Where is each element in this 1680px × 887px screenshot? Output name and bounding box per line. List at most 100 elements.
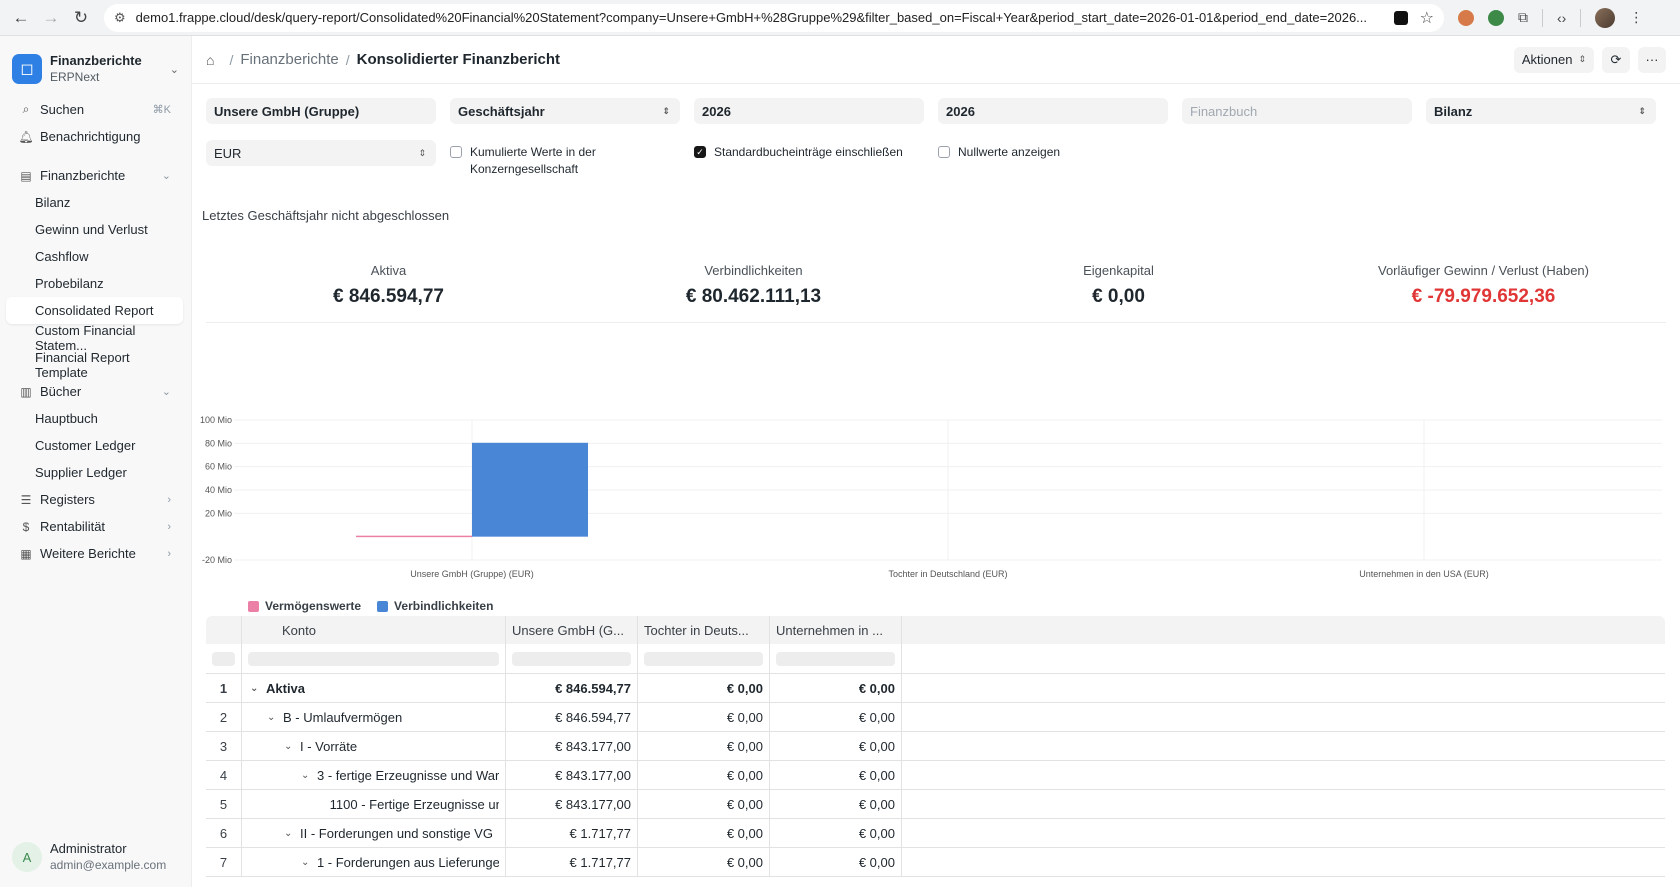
table-row[interactable]: 2 ⌄ B - Umlaufvermögen € 846.594,77 € 0,00 € …	[206, 703, 1665, 732]
currency-select[interactable]: EUR ⇕	[206, 140, 436, 166]
chevron-right-icon: ›	[167, 520, 171, 533]
account-name[interactable]: 1100 - Fertige Erzeugnisse unc	[330, 797, 499, 812]
breadcrumb-finanzberichte[interactable]: Finanzberichte	[240, 51, 338, 68]
amount-value: € 846.594,77	[555, 680, 631, 696]
summary-label: Eigenkapital	[1083, 263, 1154, 278]
forward-arrow-icon[interactable]: →	[38, 5, 64, 31]
sidebar-item-supplier-ledger[interactable]: Supplier Ledger	[6, 459, 183, 486]
sidebar-item-custom-financial-statement[interactable]: Custom Financial Statem...	[6, 323, 183, 353]
amount-value: € 0,00	[858, 825, 895, 841]
filter-input[interactable]	[644, 651, 763, 666]
table-row[interactable]: 3 ⌄ I - Vorräte € 843.177,00 € 0,00 € 0,00	[206, 732, 1665, 761]
legend-item-vermoegenswerte[interactable]: Vermögenswerte	[248, 599, 361, 613]
chevron-down-icon[interactable]: ⌄	[284, 741, 294, 752]
amount-value: € 0,00	[726, 796, 763, 812]
accumulated-values-checkbox[interactable]: Kumulierte Werte in der Konzerngesellsch…	[450, 140, 680, 178]
column-header-unsere-gmbh[interactable]: Unsere GmbH (G...	[506, 616, 638, 644]
more-vertical-icon[interactable]: ⋮	[1629, 9, 1643, 26]
amount-value: € 0,00	[726, 854, 763, 870]
amount-cell: € 0,00	[638, 848, 770, 876]
sidebar-item-label: Registers	[40, 492, 95, 507]
report-select[interactable]: Bilanz ⇕	[1426, 98, 1656, 124]
sidebar-item-registers[interactable]: ☰ Registers ›	[6, 486, 183, 513]
table-row[interactable]: 1 ⌄ Aktiva € 846.594,77 € 0,00 € 0,00	[206, 674, 1665, 703]
sidebar-item-probebilanz[interactable]: Probebilanz	[6, 270, 183, 297]
filter-input[interactable]	[212, 651, 235, 666]
legend-item-verbindlichkeiten[interactable]: Verbindlichkeiten	[377, 599, 493, 613]
amount-cell: € 843.177,00	[506, 761, 638, 789]
devtools-code-icon[interactable]: ‹›	[1557, 10, 1566, 26]
row-number: 2	[219, 709, 228, 725]
chevron-down-icon[interactable]: ⌄	[267, 712, 277, 723]
sidebar-item-weitere-berichte[interactable]: ▦ Weitere Berichte ›	[6, 540, 183, 567]
url-text[interactable]: demo1.frappe.cloud/desk/query-report/Con…	[136, 10, 1386, 25]
more-button[interactable]: ···	[1638, 46, 1666, 73]
reload-icon[interactable]: ↻	[68, 5, 94, 31]
column-header-konto[interactable]: Konto	[242, 616, 506, 644]
account-name[interactable]: Aktiva	[266, 681, 305, 696]
sidebar-item-hauptbuch[interactable]: Hauptbuch	[6, 405, 183, 432]
extension-icon[interactable]	[1393, 10, 1408, 25]
to-fiscal-year-field[interactable]: 2026	[938, 98, 1168, 124]
sidebar-search[interactable]: ⌕ Suchen ⌘K	[6, 96, 183, 123]
checkbox-unchecked-icon[interactable]	[938, 146, 950, 158]
chevron-down-icon[interactable]: ⌄	[284, 828, 294, 839]
site-settings-icon[interactable]: ⚙	[114, 10, 126, 26]
profile-avatar[interactable]	[1595, 7, 1616, 28]
table-row[interactable]: 6 ⌄ II - Forderungen und sonstige VG € 1.71…	[206, 819, 1665, 848]
sidebar-section-finanzberichte[interactable]: ▤ Finanzberichte ⌄	[6, 162, 183, 189]
filter-input[interactable]	[776, 651, 895, 666]
table-row[interactable]: 4 ⌄ 3 - fertige Erzeugnisse und War € 843.1…	[206, 761, 1665, 790]
extensions-puzzle-icon[interactable]: ⧉	[1518, 9, 1528, 26]
sidebar-item-customer-ledger[interactable]: Customer Ledger	[6, 432, 183, 459]
account-name[interactable]: I - Vorräte	[300, 739, 357, 754]
refresh-button[interactable]: ⟳	[1602, 46, 1630, 73]
amount-cell: € 0,00	[770, 732, 902, 760]
checkbox-unchecked-icon[interactable]	[450, 146, 462, 158]
select-caret-icon: ⇕	[1638, 105, 1646, 116]
table-row[interactable]: 7 ⌄ 1 - Forderungen aus Lieferunge € 1.717,…	[206, 848, 1665, 877]
extension-icon[interactable]	[1458, 9, 1474, 26]
chevron-down-icon[interactable]: ⌄	[250, 683, 260, 694]
account-name[interactable]: 3 - fertige Erzeugnisse und War	[317, 768, 499, 783]
from-fiscal-year-field[interactable]: 2026	[694, 98, 924, 124]
amount-cell: € 0,00	[770, 790, 902, 818]
based-on-select[interactable]: Geschäftsjahr ⇕	[450, 98, 680, 124]
sidebar-item-gewinn-und-verlust[interactable]: Gewinn und Verlust	[6, 216, 183, 243]
home-icon[interactable]: ⌂	[206, 52, 214, 68]
row-number: 7	[219, 854, 228, 870]
back-arrow-icon[interactable]: ←	[8, 5, 34, 31]
table-row[interactable]: 5 1100 - Fertige Erzeugnisse unc € 843.177…	[206, 790, 1665, 819]
sidebar-notifications[interactable]: 🔔︎ Benachrichtigung	[6, 123, 183, 150]
bookmark-star-icon[interactable]: ☆	[1420, 8, 1434, 28]
sidebar-item-financial-report-template[interactable]: Financial Report Template	[6, 350, 183, 380]
sidebar-item-cashflow[interactable]: Cashflow	[6, 243, 183, 270]
address-bar[interactable]: ⚙ demo1.frappe.cloud/desk/query-report/C…	[104, 3, 1444, 32]
finance-book-field[interactable]: Finanzbuch	[1182, 98, 1412, 124]
chevron-down-icon[interactable]: ⌄	[301, 770, 311, 781]
sidebar-section-buecher[interactable]: ▥ Bücher ⌄	[6, 378, 183, 405]
extension-icon[interactable]	[1488, 9, 1504, 26]
account-name[interactable]: B - Umlaufvermögen	[283, 710, 402, 725]
company-field[interactable]: Unsere GmbH (Gruppe)	[206, 98, 436, 124]
column-header-tochter[interactable]: Tochter in Deuts...	[638, 616, 770, 644]
account-cell: ⌄ Aktiva	[242, 674, 506, 702]
chevron-down-icon[interactable]: ⌄	[301, 857, 311, 868]
checkbox-checked-icon[interactable]: ✓	[694, 146, 706, 158]
include-default-entries-checkbox[interactable]: ✓ Standardbucheinträge einschließen	[694, 140, 924, 178]
amount-cell: € 0,00	[770, 819, 902, 847]
workspace-switcher[interactable]: ◻ Finanzberichte ERPNext ⌄	[0, 36, 191, 96]
account-name[interactable]: 1 - Forderungen aus Lieferunge	[317, 855, 499, 870]
actions-button[interactable]: Aktionen ⇕	[1513, 46, 1594, 73]
filter-input[interactable]	[248, 651, 499, 666]
show-zero-values-checkbox[interactable]: Nullwerte anzeigen	[938, 140, 1168, 178]
sidebar-item-rentabilitaet[interactable]: $ Rentabilität ›	[6, 513, 183, 540]
column-header-unternehmen-usa[interactable]: Unternehmen in ...	[770, 616, 902, 644]
currency-value: EUR	[214, 145, 242, 161]
filter-input[interactable]	[512, 651, 631, 666]
account-name[interactable]: II - Forderungen und sonstige VG	[300, 826, 493, 841]
user-menu[interactable]: A Administrator admin@example.com	[12, 841, 166, 873]
sidebar-item-consolidated-report[interactable]: Consolidated Report	[6, 297, 183, 324]
amount-cell: € 0,00	[638, 732, 770, 760]
sidebar-item-bilanz[interactable]: Bilanz	[6, 189, 183, 216]
